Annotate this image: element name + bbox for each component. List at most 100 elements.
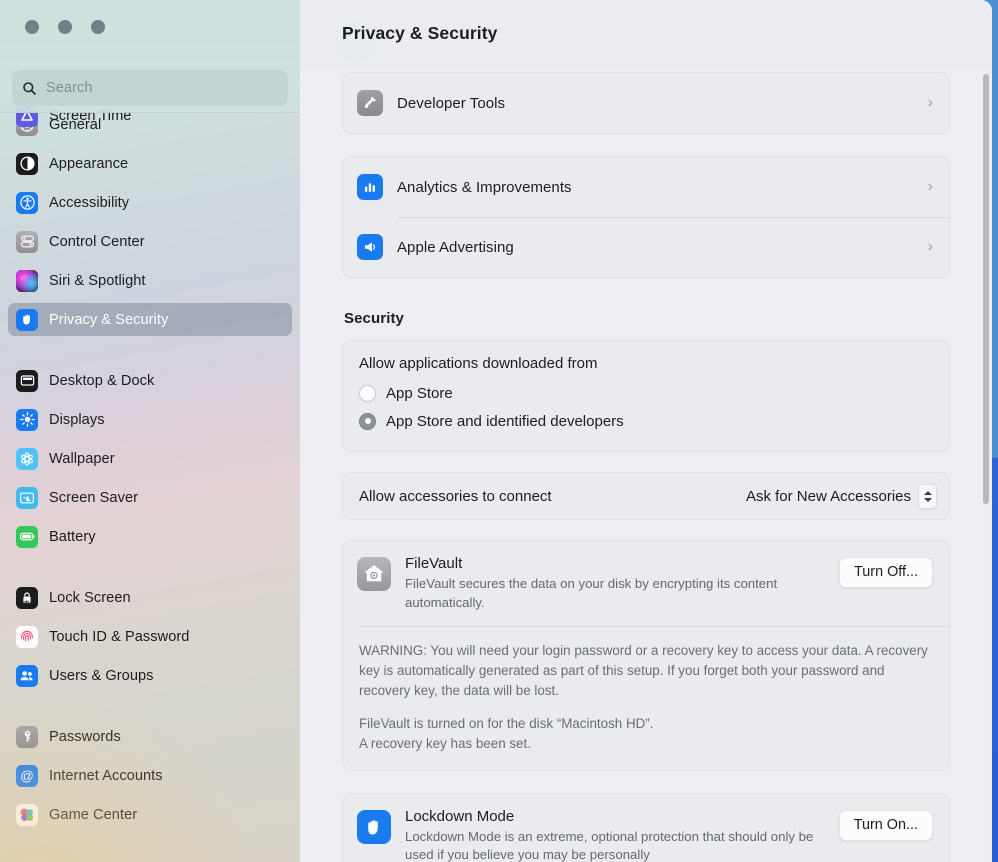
minimize-button[interactable] <box>58 20 72 34</box>
control-center-icon <box>16 230 38 253</box>
vertical-scrollbar[interactable] <box>983 74 989 504</box>
sidebar-item-label: Game Center <box>49 806 138 823</box>
filevault-details: WARNING: You will need your login passwo… <box>343 627 949 769</box>
section-title-security: Security <box>344 310 404 327</box>
filevault-header: FileVault FileVault secures the data on … <box>343 541 949 626</box>
accessories-label: Allow accessories to connect <box>359 487 552 505</box>
svg-text:@: @ <box>20 768 34 783</box>
sidebar-divider-2 <box>0 559 300 581</box>
lockdown-texts: Lockdown Mode Lockdown Mode is an extrem… <box>405 808 839 862</box>
filevault-warning: WARNING: You will need your login passwo… <box>359 643 928 699</box>
internet-accounts-icon: @ <box>16 764 38 787</box>
sidebar-group-2: Desktop & Dock Displays Wallpaper Screen… <box>0 364 300 553</box>
page-title: Privacy & Security <box>342 23 498 43</box>
sidebar-item-label: Accessibility <box>49 194 130 211</box>
sidebar-item-screen-saver[interactable]: Screen Saver <box>8 481 292 514</box>
sidebar-item-battery[interactable]: Battery <box>8 520 292 553</box>
lockdown-turn-on-button[interactable]: Turn On... <box>838 809 933 841</box>
sidebar-item-accessibility[interactable]: Accessibility <box>8 186 292 219</box>
lock-screen-icon <box>16 586 38 609</box>
search-placeholder: Search <box>46 80 93 96</box>
sidebar-item-label: Screen Saver <box>49 489 139 506</box>
radio-button[interactable] <box>359 384 376 402</box>
sidebar-item-label: Passwords <box>49 728 121 745</box>
accessories-popup-button[interactable]: Ask for New Accessories <box>745 483 937 509</box>
sidebar-item-label: Touch ID & Password <box>49 628 190 645</box>
privacy-hand-icon <box>16 308 38 331</box>
sidebar-item-touch-id[interactable]: Touch ID & Password <box>8 620 292 653</box>
screen-saver-icon <box>16 486 38 509</box>
chevron-updown-icon[interactable] <box>918 483 937 509</box>
sidebar-item-displays[interactable]: Displays <box>8 403 292 436</box>
sidebar-divider-3 <box>0 698 300 720</box>
main-header: Privacy & Security <box>300 0 992 67</box>
search-input[interactable]: Search <box>12 70 288 106</box>
filevault-status: FileVault is turned on for the disk “Mac… <box>359 714 931 754</box>
sidebar-item-wallpaper[interactable]: Wallpaper <box>8 442 292 475</box>
radio-option-app-store[interactable]: App Store <box>359 379 933 407</box>
accessories-card: Allow accessories to connect Ask for New… <box>342 472 950 520</box>
row-label: Developer Tools <box>397 94 506 112</box>
filevault-texts: FileVault FileVault secures the data on … <box>405 555 839 612</box>
filevault-description: FileVault secures the data on your disk … <box>405 576 778 610</box>
lockdown-title: Lockdown Mode <box>405 807 515 825</box>
filevault-card: FileVault FileVault secures the data on … <box>342 540 950 771</box>
filevault-icon <box>357 557 391 591</box>
filevault-status-line-1: FileVault is turned on for the disk “Mac… <box>359 715 654 731</box>
sidebar-item-label: Wallpaper <box>49 450 115 467</box>
sidebar: Screen Time General Appearance Accessibi… <box>0 0 300 862</box>
sidebar-item-appearance[interactable]: Appearance <box>8 147 292 180</box>
sidebar-item-control-center[interactable]: Control Center <box>8 225 292 258</box>
sidebar-item-game-center[interactable]: Game Center <box>8 798 292 831</box>
sidebar-item-label: Appearance <box>49 155 129 172</box>
sidebar-item-label: Battery <box>49 528 96 545</box>
row-analytics-improvements[interactable]: Analytics & Improvements › <box>343 157 949 217</box>
lockdown-description: Lockdown Mode is an extreme, optional pr… <box>405 828 814 862</box>
row-label: Analytics & Improvements <box>397 178 572 196</box>
close-button[interactable] <box>25 20 39 34</box>
sidebar-item-label: Lock Screen <box>49 589 131 606</box>
allow-apps-card: Allow applications downloaded from App S… <box>342 340 950 452</box>
radio-label: App Store and identified developers <box>386 412 624 430</box>
radio-option-app-store-identified-developers[interactable]: App Store and identified developers <box>359 407 933 435</box>
accessibility-icon <box>16 191 38 214</box>
passwords-key-icon <box>16 725 38 748</box>
zoom-button[interactable] <box>91 20 105 34</box>
row-developer-tools[interactable]: Developer Tools › <box>343 73 949 133</box>
sidebar-item-users-groups[interactable]: Users & Groups <box>8 659 292 692</box>
radio-label: App Store <box>386 384 453 402</box>
sidebar-item-label: Desktop & Dock <box>49 372 155 389</box>
analytics-card: Analytics & Improvements › Apple Adverti… <box>342 156 950 278</box>
sidebar-item-passwords[interactable]: Passwords <box>8 720 292 753</box>
desktop-dock-icon <box>16 369 38 392</box>
radio-button-selected[interactable] <box>359 412 376 430</box>
lockdown-mode-card: Lockdown Mode Lockdown Mode is an extrem… <box>342 792 950 862</box>
main-content: Developer Tools › Analytics & Improvemen… <box>300 0 992 862</box>
filevault-status-line-2: A recovery key has been set. <box>359 735 531 751</box>
accessories-value: Ask for New Accessories <box>745 487 911 505</box>
sidebar-scroll-area[interactable]: Screen Time General Appearance Accessibi… <box>0 0 300 862</box>
sidebar-item-lock-screen[interactable]: Lock Screen <box>8 581 292 614</box>
traffic-lights <box>25 20 105 34</box>
sidebar-group-4: Passwords @ Internet Accounts Game Cente… <box>0 720 300 831</box>
settings-scroll-area[interactable]: Developer Tools › Analytics & Improvemen… <box>300 0 992 862</box>
sidebar-item-label: Users & Groups <box>49 667 154 684</box>
sidebar-item-label: Displays <box>49 411 105 428</box>
chevron-right-icon: › <box>927 178 933 195</box>
row-label: Apple Advertising <box>397 238 514 256</box>
sidebar-group-1: General Appearance Accessibility Control… <box>0 108 300 336</box>
search-icon <box>22 81 37 96</box>
sidebar-item-privacy-security[interactable]: Privacy & Security <box>8 303 292 336</box>
siri-icon <box>16 269 38 292</box>
sidebar-item-label: Control Center <box>49 233 145 250</box>
sidebar-item-internet-accounts[interactable]: @ Internet Accounts <box>8 759 292 792</box>
filevault-turn-off-button[interactable]: Turn Off... <box>839 557 933 588</box>
game-center-icon <box>16 803 38 826</box>
apple-advertising-icon <box>357 234 383 260</box>
row-apple-advertising[interactable]: Apple Advertising › <box>343 217 949 277</box>
sidebar-item-siri-spotlight[interactable]: Siri & Spotlight <box>8 264 292 297</box>
sidebar-item-label: Privacy & Security <box>49 311 169 328</box>
sidebar-item-desktop-dock[interactable]: Desktop & Dock <box>8 364 292 397</box>
allow-apps-heading: Allow applications downloaded from <box>359 355 598 372</box>
developer-tools-icon <box>357 90 383 116</box>
